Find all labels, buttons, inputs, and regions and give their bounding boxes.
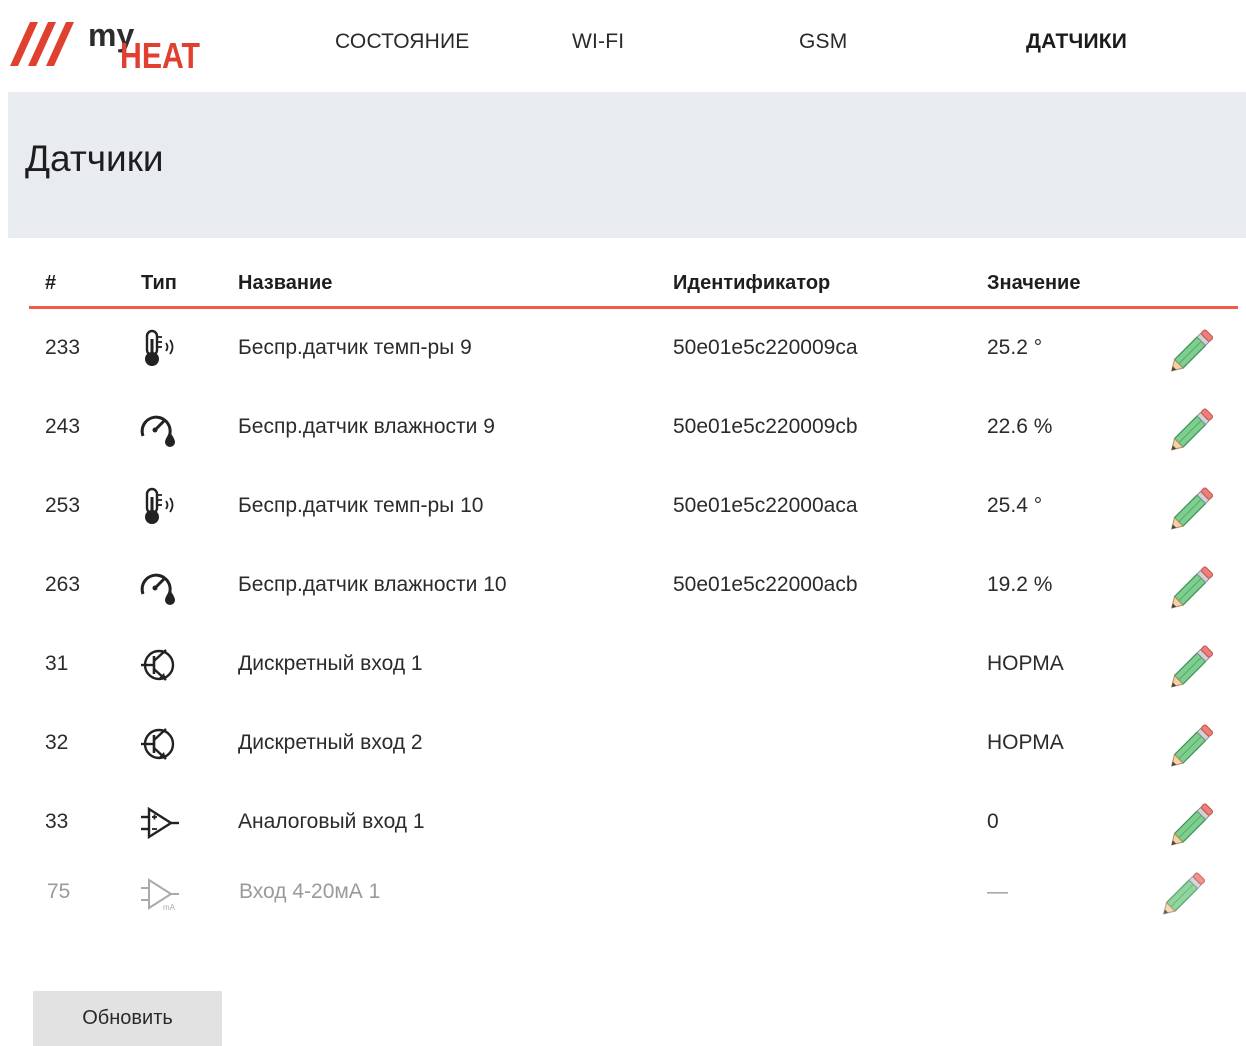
sensors-table: # Тип Название Идентификатор Значение 23… <box>29 258 1238 932</box>
header-name: Название <box>238 272 333 294</box>
page-title: Датчики <box>25 138 164 179</box>
humidity-gauge-icon <box>137 406 181 450</box>
page-banner: Датчики <box>8 92 1246 238</box>
nav-status[interactable]: СОСТОЯНИЕ <box>335 30 470 54</box>
sensor-value: 19.2 % <box>987 573 1053 596</box>
sensor-name: Беспр.датчик влажности 10 <box>238 573 507 596</box>
nav-wifi[interactable]: WI-FI <box>572 30 624 54</box>
refresh-button[interactable]: Обновить <box>33 991 222 1046</box>
transistor-icon <box>137 643 181 687</box>
transistor-icon <box>137 722 181 766</box>
logo-text-bottom: HEAT <box>120 35 200 72</box>
table-row: 31 Дискретный вход 1 НОРМА <box>29 625 1238 704</box>
nav-gsm[interactable]: GSM <box>799 30 847 54</box>
edit-pencil-icon[interactable] <box>1169 402 1221 454</box>
table-row: 243 Беспр.датчик влажности 9 50e01e5c22000… <box>29 388 1238 467</box>
sensor-value: 25.4 ° <box>987 494 1043 517</box>
sensor-number: 33 <box>45 810 69 833</box>
header-type: Тип <box>141 272 177 294</box>
myheat-logo[interactable]: my HEAT <box>8 16 208 72</box>
edit-pencil-icon[interactable] <box>1169 718 1221 770</box>
sensor-value: 25.2 ° <box>987 336 1043 359</box>
sensor-name: Аналоговый вход 1 <box>238 810 425 833</box>
top-navigation: my HEAT СОСТОЯНИЕ WI-FI GSM ДАТЧИКИ <box>0 0 1246 92</box>
humidity-gauge-icon <box>137 564 181 608</box>
nav-sensors[interactable]: ДАТЧИКИ <box>1026 30 1127 54</box>
edit-pencil-icon[interactable] <box>1169 481 1221 533</box>
table-body: 233 Беспр.датчик темп-ры 9 50e01e5c220009c… <box>29 309 1238 932</box>
thermometer-wireless-icon <box>137 485 181 529</box>
sensor-value: 22.6 % <box>987 415 1053 438</box>
table-row: 263 Беспр.датчик влажности 10 50e01e5c2200… <box>29 546 1238 625</box>
sensor-value: — <box>987 880 1008 903</box>
sensor-id: 50e01e5c220009ca <box>673 336 858 359</box>
sensor-name: Вход 4-20мА 1 <box>239 880 381 903</box>
sensor-value: НОРМА <box>987 652 1064 675</box>
page: my HEAT СОСТОЯНИЕ WI-FI GSM ДАТЧИКИ Датч… <box>0 0 1246 1046</box>
table-row: 233 Беспр.датчик темп-ры 9 50e01e5c220009c… <box>29 309 1238 388</box>
sensor-name: Дискретный вход 1 <box>238 652 423 675</box>
header-id: Идентификатор <box>673 272 831 294</box>
header-num: # <box>45 272 57 294</box>
sensor-number: 75 <box>47 880 71 903</box>
table-row: 32 Дискретный вход 2 НОРМА <box>29 704 1238 783</box>
sensor-id: 50e01e5c22000acb <box>673 573 858 596</box>
sensor-number: 263 <box>45 573 81 596</box>
sensor-number: 31 <box>45 652 69 675</box>
edit-pencil-icon[interactable] <box>1169 639 1221 691</box>
edit-pencil-icon[interactable] <box>1169 323 1221 375</box>
svg-text:mA: mA <box>163 903 176 912</box>
sensor-name: Беспр.датчик темп-ры 9 <box>238 336 472 359</box>
sensor-name: Беспр.датчик темп-ры 10 <box>238 494 484 517</box>
sensor-number: 253 <box>45 494 81 517</box>
header-value: Значение <box>987 272 1081 294</box>
table-header: # Тип Название Идентификатор Значение <box>29 258 1238 309</box>
edit-pencil-icon[interactable] <box>1169 560 1221 612</box>
sensor-value: 0 <box>987 810 999 833</box>
sensor-number: 32 <box>45 731 69 754</box>
sensor-name: Беспр.датчик влажности 9 <box>238 415 495 438</box>
sensor-id: 50e01e5c22000aca <box>673 494 858 517</box>
current-input-icon: mA <box>137 872 181 916</box>
sensor-name: Дискретный вход 2 <box>238 731 423 754</box>
table-row: 33 Аналоговый вход 1 0 <box>29 783 1238 862</box>
table-row: 253 Беспр.датчик темп-ры 10 50e01e5c22000a… <box>29 467 1238 546</box>
amplifier-icon <box>137 801 181 845</box>
sensor-value: НОРМА <box>987 731 1064 754</box>
edit-pencil-icon[interactable] <box>1169 797 1221 849</box>
sensor-number: 243 <box>45 415 81 438</box>
table-row: 75 mA Вход 4-20мА 1 — <box>29 862 1238 932</box>
sensor-id: 50e01e5c220009cb <box>673 415 858 438</box>
thermometer-wireless-icon <box>137 327 181 371</box>
edit-pencil-icon[interactable] <box>1161 866 1213 918</box>
sensor-number: 233 <box>45 336 81 359</box>
